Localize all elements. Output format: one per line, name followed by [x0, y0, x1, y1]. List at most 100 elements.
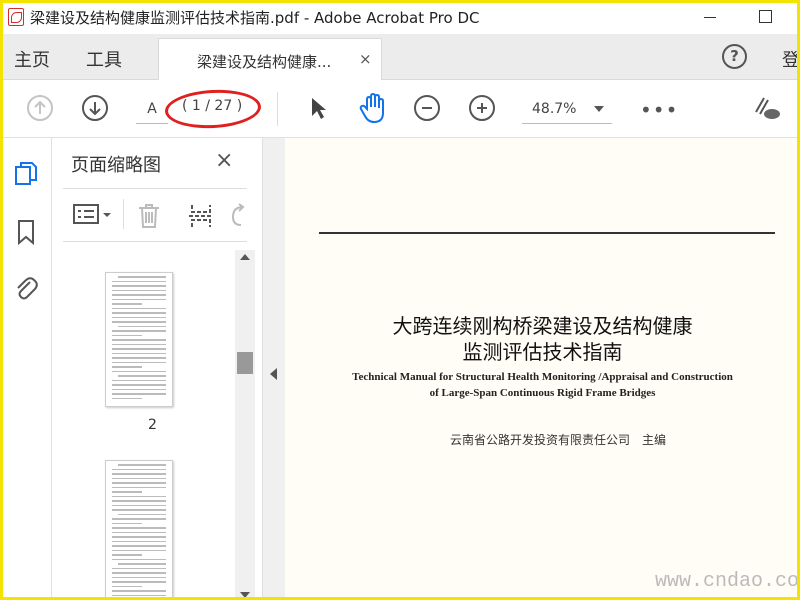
thumbnail-text-line: [112, 590, 166, 592]
toolbar-divider: [123, 199, 124, 229]
thumbnail-text-line: [112, 491, 142, 493]
page-number-input[interactable]: A: [136, 98, 168, 124]
previous-page-button[interactable]: [27, 95, 53, 121]
header-rule: [319, 232, 775, 234]
thumbnail-text-line: [112, 572, 166, 574]
thumbnail-text-line: [112, 280, 166, 282]
thumbnail-text-line: [112, 473, 166, 475]
trash-icon[interactable]: [136, 203, 162, 233]
hand-tool-icon[interactable]: [358, 92, 388, 124]
thumbnail-page-2[interactable]: [105, 272, 173, 407]
arrow-up-icon: [34, 100, 46, 114]
collapse-arrow-icon[interactable]: [270, 368, 277, 380]
zoom-dropdown[interactable]: 48.7%: [522, 98, 612, 124]
thumbnail-text-line: [112, 554, 142, 556]
panel-title: 页面缩略图: [71, 155, 161, 176]
tab-bar: 主页 工具 梁建设及结构健康... × ? 登: [0, 34, 800, 80]
thumbnail-text-line: [118, 513, 166, 515]
thumbnail-text-line: [112, 397, 142, 399]
attachment-icon[interactable]: [12, 274, 40, 302]
thumbnail-text-line: [112, 495, 166, 497]
zoom-in-button[interactable]: [469, 95, 495, 121]
zoom-out-button[interactable]: [414, 95, 440, 121]
bookmark-icon[interactable]: [12, 218, 40, 246]
thumbnail-text-line: [112, 558, 166, 560]
watermark: www.cndao.com: [655, 570, 800, 593]
sign-cloud-icon[interactable]: [750, 92, 782, 124]
close-icon[interactable]: ×: [215, 148, 233, 173]
close-icon[interactable]: ×: [359, 50, 372, 68]
thumbnail-text-line: [112, 545, 166, 547]
thumbnail-text-line: [112, 486, 166, 488]
thumbnail-scrollbar[interactable]: [235, 250, 255, 600]
extract-pages-icon[interactable]: [188, 203, 214, 233]
thumbnail-text-line: [112, 384, 166, 386]
thumbnail-text-line: [112, 316, 166, 318]
tab-tools[interactable]: 工具: [86, 46, 122, 72]
thumbnail-text-line: [112, 294, 166, 296]
thumbnail-text-line: [112, 536, 166, 538]
thumbnail-tools: [63, 188, 247, 242]
thumbnail-text-line: [112, 567, 166, 569]
thumbnail-page-number: 2: [148, 417, 157, 433]
thumbnail-text-line: [112, 357, 166, 359]
left-rail: [0, 138, 52, 600]
help-icon[interactable]: ?: [722, 44, 747, 69]
plus-icon: [477, 103, 487, 113]
title-bar: 梁建设及结构健康监测评估技术指南.pdf - Adobe Acrobat Pro…: [0, 0, 800, 34]
thumbnail-text-line: [112, 477, 166, 479]
next-page-button[interactable]: [82, 95, 108, 121]
thumbnail-text-line: [112, 370, 166, 372]
thumbnail-text-line: [112, 348, 166, 350]
tab-document[interactable]: 梁建设及结构健康... ×: [158, 38, 382, 80]
thumbnail-text-line: [112, 361, 166, 363]
zoom-value: 48.7%: [532, 101, 577, 117]
scroll-down-arrow[interactable]: [240, 592, 250, 598]
thumbnail-text-line: [112, 576, 166, 578]
thumbnail-text-line: [112, 330, 166, 332]
thumbnail-text-line: [112, 585, 142, 587]
thumbnail-text-line: [112, 388, 166, 390]
sign-in-link[interactable]: 登: [782, 46, 800, 72]
document-page: 大跨连续刚构桥梁建设及结构健康 监测评估技术指南 Technical Manua…: [285, 138, 800, 600]
thumbnail-text-line: [112, 285, 166, 287]
scroll-up-arrow[interactable]: [240, 254, 250, 260]
thumbnail-text-line: [112, 468, 166, 470]
thumbnail-text-line: [112, 500, 166, 502]
rotate-icon[interactable]: [229, 203, 249, 233]
document-title-zh-line2: 监测评估技术指南: [462, 340, 623, 364]
thumbnail-page-3[interactable]: [105, 460, 173, 600]
window-title: 梁建设及结构健康监测评估技术指南.pdf - Adobe Acrobat Pro…: [30, 9, 480, 27]
thumbnail-text-line: [112, 531, 166, 533]
thumbnail-text-line: [112, 549, 166, 551]
thumbnail-text-line: [112, 482, 166, 484]
thumbnail-text-line: [112, 581, 166, 583]
arrow-down-icon: [89, 102, 101, 116]
scrollbar-thumb[interactable]: [237, 352, 253, 374]
thumbnail-text-line: [118, 325, 166, 327]
thumbnail-text-line: [118, 464, 166, 466]
thumbnail-text-line: [112, 518, 166, 520]
minus-icon: [422, 107, 432, 109]
document-publisher: 云南省公路开发投资有限责任公司 主编: [450, 433, 667, 447]
document-tab-label: 梁建设及结构健康...: [197, 53, 332, 71]
select-cursor-icon[interactable]: [309, 96, 329, 122]
thumbnail-text-line: [112, 509, 166, 511]
tab-home[interactable]: 主页: [14, 46, 50, 72]
maximize-button[interactable]: [754, 6, 776, 28]
more-tools-icon[interactable]: •••: [640, 98, 678, 122]
thumbnail-text-line: [118, 375, 166, 377]
panel-collapse-bar[interactable]: [263, 138, 285, 600]
document-title-en-line1: Technical Manual for Structural Health M…: [352, 371, 733, 383]
page-thumbnails-icon[interactable]: [12, 160, 40, 188]
thumbnail-text-line: [112, 298, 166, 300]
thumbnail-text-line: [112, 393, 166, 395]
thumbnail-text-line: [112, 352, 166, 354]
page-thumbnails-panel: 页面缩略图 × 2: [53, 138, 263, 600]
minimize-button[interactable]: [700, 6, 722, 28]
thumbnail-text-line: [112, 312, 166, 314]
thumbnail-text-line: [112, 289, 166, 291]
thumbnail-options-icon[interactable]: [73, 203, 113, 231]
thumbnail-text-line: [118, 276, 166, 278]
document-view[interactable]: 大跨连续刚构桥梁建设及结构健康 监测评估技术指南 Technical Manua…: [285, 138, 800, 600]
